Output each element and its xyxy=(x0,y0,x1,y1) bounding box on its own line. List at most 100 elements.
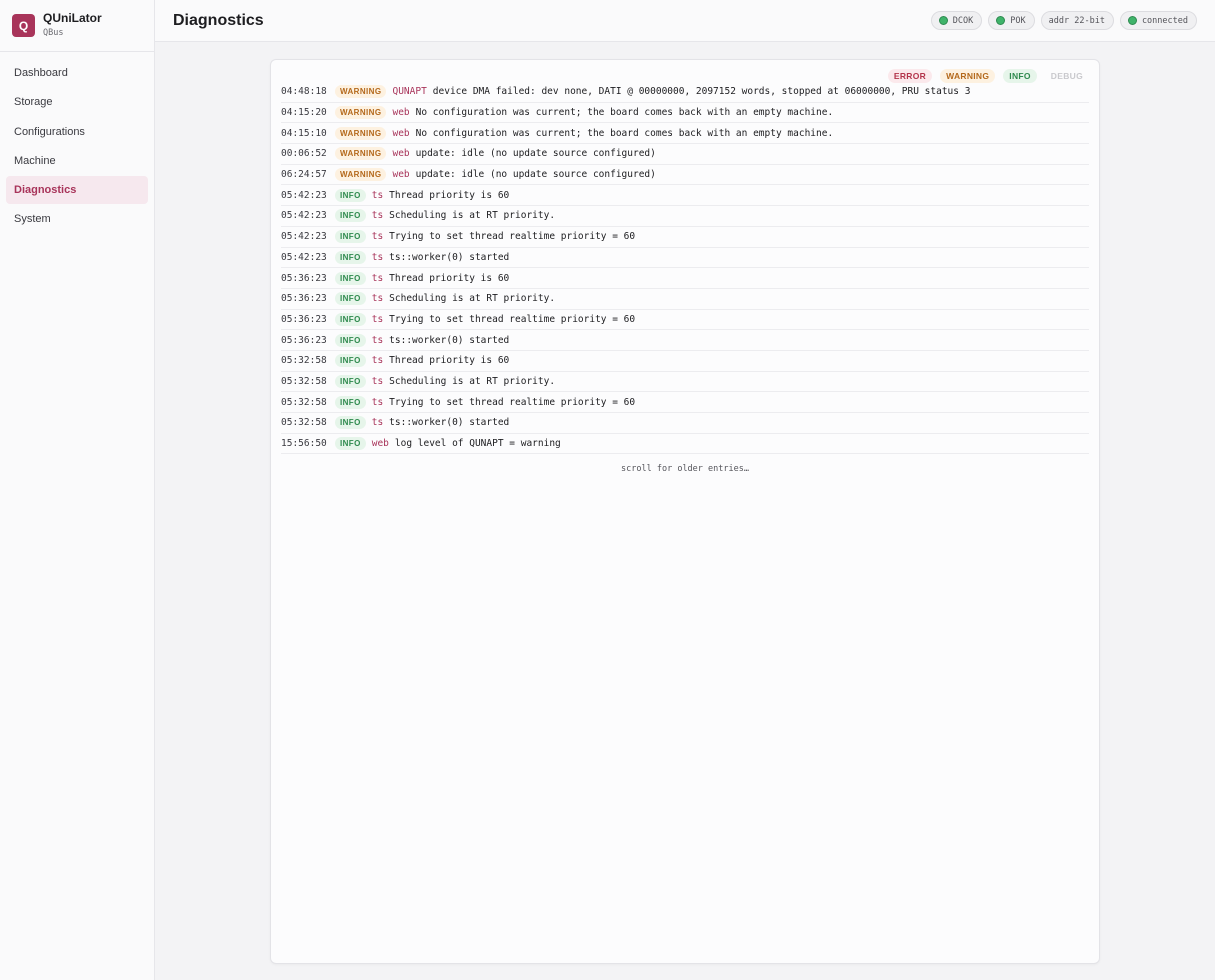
log-source: ts xyxy=(371,355,384,367)
status-dot-icon xyxy=(1127,16,1137,25)
sidebar-item-configurations[interactable]: Configurations xyxy=(6,118,148,146)
log-time: 04:48:18 xyxy=(281,86,327,98)
log-message: ts::worker(0) started xyxy=(389,417,510,429)
log-time: 04:15:10 xyxy=(281,127,327,139)
filter-debug[interactable]: DEBUG xyxy=(1045,69,1089,83)
log-level-badge: INFO xyxy=(335,333,366,347)
log-row: 05:42:23 INFO ts ts::worker(0) started xyxy=(281,248,1089,269)
log-level-badge: INFO xyxy=(335,416,366,430)
log-level-badge: INFO xyxy=(335,395,366,409)
log-level-badge: INFO xyxy=(335,271,366,285)
status-pill-dcok: DCOK xyxy=(930,11,983,30)
scroll-hint: scroll for older entries… xyxy=(621,464,749,474)
log-message: Thread priority is 60 xyxy=(389,189,510,201)
log-message: Thread priority is 60 xyxy=(389,355,510,367)
status-dot-icon xyxy=(996,16,1006,25)
log-time: 05:36:23 xyxy=(281,334,327,346)
filter-info[interactable]: INFO xyxy=(1003,69,1037,83)
log-source: ts xyxy=(371,231,384,243)
sidebar-item-system[interactable]: System xyxy=(6,205,148,233)
log-level-badge: INFO xyxy=(335,230,366,244)
log-source: ts xyxy=(371,251,384,263)
status-pill-addr: addr 22-bit xyxy=(1040,11,1114,30)
log-source: web xyxy=(392,107,410,119)
sidebar-item-diagnostics[interactable]: Diagnostics xyxy=(6,176,148,205)
log-message: device DMA failed: dev none, DATI @ 0000… xyxy=(432,86,971,98)
log-list[interactable]: 04:48:18 WARNING QUNAPT device DMA failed: … xyxy=(281,82,1089,455)
log-message: ts::worker(0) started xyxy=(389,334,510,346)
log-source: QUNAPT xyxy=(392,86,427,98)
log-level-badge: WARNING xyxy=(335,106,387,120)
log-message: log level of QUNAPT = warning xyxy=(394,438,561,450)
log-level-badge: INFO xyxy=(335,437,366,451)
filter-error[interactable]: ERROR xyxy=(887,69,933,83)
log-message: ts::worker(0) started xyxy=(389,251,510,263)
log-message: Trying to set thread realtime priority =… xyxy=(389,313,636,325)
log-level-badge: WARNING xyxy=(335,147,387,161)
app-title: QUniLator xyxy=(43,11,102,25)
status-label: addr 22-bit xyxy=(1048,15,1105,26)
sidebar-item-machine[interactable]: Machine xyxy=(6,147,148,175)
log-time: 05:42:23 xyxy=(281,251,327,263)
log-message: Scheduling is at RT priority. xyxy=(389,375,556,387)
log-time: 00:06:52 xyxy=(281,148,327,160)
status-pill-connection: connected xyxy=(1119,11,1197,30)
log-time: 05:32:58 xyxy=(281,375,327,387)
log-row: 04:15:20 WARNING web No configuration was c… xyxy=(281,103,1089,124)
log-row: 05:42:23 INFO ts Thread priority is 60 xyxy=(281,185,1089,207)
log-row: 00:06:52 WARNING web update: idle (no updat… xyxy=(281,144,1089,165)
log-source: ts xyxy=(371,375,384,387)
log-level-badge: INFO xyxy=(335,209,366,223)
page-title: Diagnostics xyxy=(173,11,264,29)
log-time: 05:32:58 xyxy=(281,355,327,367)
log-source: ts xyxy=(371,210,384,222)
log-row: 15:56:50 INFO web log level of QUNAPT = war… xyxy=(281,434,1089,455)
log-message: update: idle (no update source configure… xyxy=(415,169,656,181)
top-bar: Diagnostics DCOK POK addr 22-bit connect… xyxy=(155,0,1215,42)
log-message: update: idle (no update source configure… xyxy=(415,148,656,160)
log-time: 05:42:23 xyxy=(281,231,327,243)
log-row: 05:32:58 INFO ts Trying to set thread realt… xyxy=(281,392,1089,413)
log-row: 04:48:18 WARNING QUNAPT device DMA failed: … xyxy=(281,82,1089,103)
log-time: 04:15:20 xyxy=(281,107,327,119)
log-source: ts xyxy=(371,396,384,408)
log-source: web xyxy=(392,127,410,139)
log-time: 05:32:58 xyxy=(281,417,327,429)
log-level-badge: INFO xyxy=(335,354,366,368)
log-message: No configuration was current; the board … xyxy=(415,107,834,119)
log-time: 05:42:23 xyxy=(281,189,327,201)
log-source: web xyxy=(392,148,410,160)
log-row: 05:36:23 INFO ts Scheduling is at RT priori… xyxy=(281,289,1089,310)
log-message: Thread priority is 60 xyxy=(389,272,510,284)
log-time: 15:56:50 xyxy=(281,438,327,450)
log-row: 04:15:10 WARNING web No configuration was c… xyxy=(281,123,1089,145)
log-message: Scheduling is at RT priority. xyxy=(389,210,556,222)
log-time: 05:36:23 xyxy=(281,272,327,284)
status-label: DCOK xyxy=(952,15,974,26)
status-pills: DCOK POK addr 22-bit connected xyxy=(930,11,1197,30)
log-level-badge: WARNING xyxy=(335,168,387,182)
sidebar-item-dashboard[interactable]: Dashboard xyxy=(6,59,148,87)
log-level-badge: INFO xyxy=(335,292,366,306)
log-level-badge: INFO xyxy=(335,312,366,326)
log-message: No configuration was current; the board … xyxy=(415,127,834,139)
log-row: 05:36:23 INFO ts Thread priority is 60 xyxy=(281,268,1089,289)
log-row: 05:42:23 INFO ts Scheduling is at RT priori… xyxy=(281,206,1089,227)
log-time: 06:24:57 xyxy=(281,169,327,181)
log-row: 05:36:23 INFO ts ts::worker(0) started xyxy=(281,330,1089,351)
log-row: 05:32:58 INFO ts Scheduling is at RT priori… xyxy=(281,372,1089,393)
log-time: 05:32:58 xyxy=(281,396,327,408)
status-label: POK xyxy=(1010,15,1026,26)
log-source: ts xyxy=(371,417,384,429)
log-row: 05:32:58 INFO ts ts::worker(0) started xyxy=(281,413,1089,434)
brand: Q QUniLator QBus xyxy=(0,0,154,52)
sidebar-item-storage[interactable]: Storage xyxy=(6,88,148,116)
sidebar: Q QUniLator QBus Dashboard Storage Confi… xyxy=(0,0,155,980)
filter-warning[interactable]: WARNING xyxy=(940,69,996,83)
log-row: 05:42:23 INFO ts Trying to set thread realt… xyxy=(281,227,1089,248)
log-row: 05:32:58 INFO ts Thread priority is 60 xyxy=(281,351,1089,372)
brand-text: QUniLator QBus xyxy=(43,11,102,40)
log-source: web xyxy=(392,169,410,181)
log-time: 05:36:23 xyxy=(281,313,327,325)
log-time: 05:36:23 xyxy=(281,293,327,305)
